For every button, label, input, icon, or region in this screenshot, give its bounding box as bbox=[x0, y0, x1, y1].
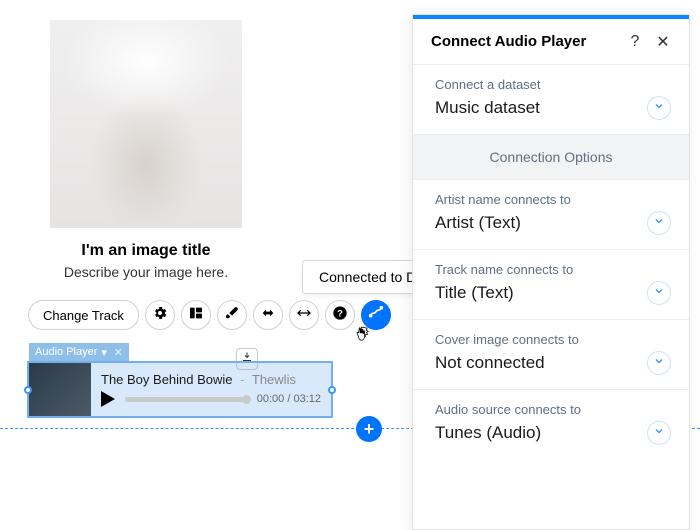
element-collapse-icon: ▾ bbox=[101, 346, 107, 359]
pointer-cursor bbox=[354, 326, 372, 344]
resize-button[interactable] bbox=[289, 300, 319, 330]
element-deselect-button[interactable]: ✕ bbox=[114, 346, 123, 359]
track-field-select[interactable]: Title (Text) bbox=[435, 283, 667, 303]
audio-field-select[interactable]: Tunes (Audio) bbox=[435, 423, 667, 443]
section-label: Artist name connects to bbox=[435, 192, 667, 207]
image-card: I'm an image title Describe your image h… bbox=[28, 20, 264, 280]
panel-help-button[interactable]: ? bbox=[627, 34, 643, 50]
stretch-icon bbox=[260, 305, 276, 326]
section-label: Track name connects to bbox=[435, 262, 667, 277]
stretch-button[interactable] bbox=[253, 300, 283, 330]
close-icon: ✕ bbox=[656, 32, 669, 52]
section-label: Audio source connects to bbox=[435, 402, 667, 417]
connect-data-icon bbox=[368, 305, 384, 326]
resize-icon bbox=[296, 305, 312, 326]
track-cover-image bbox=[29, 363, 91, 416]
track-field-section: Track name connects to Title (Text) bbox=[413, 250, 689, 320]
section-label: Connect a dataset bbox=[435, 77, 667, 92]
artist-field-select[interactable]: Artist (Text) bbox=[435, 213, 667, 233]
play-button[interactable] bbox=[101, 391, 115, 407]
expand-button[interactable] bbox=[647, 96, 671, 120]
svg-text:?: ? bbox=[337, 308, 343, 318]
gear-icon bbox=[152, 305, 168, 326]
plus-icon: + bbox=[364, 419, 375, 440]
time-total: 03:12 bbox=[293, 393, 321, 405]
chevron-down-icon bbox=[653, 214, 665, 232]
chevron-down-icon bbox=[653, 99, 665, 117]
expand-button[interactable] bbox=[647, 281, 671, 305]
dataset-select[interactable]: Music dataset bbox=[435, 98, 667, 118]
artist-field-section: Artist name connects to Artist (Text) bbox=[413, 180, 689, 250]
panel-title: Connect Audio Player bbox=[431, 33, 615, 50]
cover-field-section: Cover image connects to Not connected bbox=[413, 320, 689, 390]
add-section-button[interactable]: + bbox=[356, 416, 382, 442]
cover-field-select[interactable]: Not connected bbox=[435, 353, 667, 373]
dataset-section: Connect a dataset Music dataset bbox=[413, 65, 689, 135]
help-icon: ? bbox=[332, 305, 348, 326]
help-button[interactable]: ? bbox=[325, 300, 355, 330]
element-label-bar[interactable]: Audio Player ▾ ✕ bbox=[29, 343, 129, 361]
layout-button[interactable] bbox=[181, 300, 211, 330]
separator: - bbox=[240, 372, 244, 387]
track-title: The Boy Behind Bowie bbox=[101, 372, 233, 387]
image-thumbnail[interactable] bbox=[50, 20, 242, 228]
resize-handle-right[interactable] bbox=[328, 386, 336, 394]
image-title: I'm an image title bbox=[28, 242, 264, 260]
change-track-button[interactable]: Change Track bbox=[28, 300, 139, 330]
progress-bar[interactable] bbox=[125, 397, 247, 402]
brush-icon bbox=[224, 305, 240, 326]
time-current: 00:00 bbox=[257, 393, 285, 405]
audio-field-section: Audio source connects to Tunes (Audio) bbox=[413, 390, 689, 459]
audio-player[interactable]: The Boy Behind Bowie - Thewlis 00:00 / 0… bbox=[27, 361, 333, 418]
panel-close-button[interactable]: ✕ bbox=[655, 34, 671, 50]
settings-button[interactable] bbox=[145, 300, 175, 330]
connection-options-band: Connection Options bbox=[413, 135, 689, 180]
section-label: Cover image connects to bbox=[435, 332, 667, 347]
element-toolbar: Change Track ? bbox=[28, 300, 391, 330]
image-description: Describe your image here. bbox=[28, 264, 264, 280]
resize-handle-left[interactable] bbox=[24, 386, 32, 394]
track-info: The Boy Behind Bowie - Thewlis bbox=[101, 372, 321, 387]
expand-button[interactable] bbox=[647, 351, 671, 375]
design-button[interactable] bbox=[217, 300, 247, 330]
chevron-down-icon bbox=[653, 424, 665, 442]
chevron-down-icon bbox=[653, 354, 665, 372]
expand-button[interactable] bbox=[647, 211, 671, 235]
chevron-down-icon bbox=[653, 284, 665, 302]
connect-panel: Connect Audio Player ? ✕ Connect a datas… bbox=[412, 14, 690, 530]
element-label: Audio Player bbox=[35, 346, 97, 358]
expand-button[interactable] bbox=[647, 421, 671, 445]
time-display: 00:00 / 03:12 bbox=[257, 393, 321, 405]
help-icon: ? bbox=[631, 33, 640, 51]
track-artist: Thewlis bbox=[252, 372, 296, 387]
layout-icon bbox=[188, 305, 204, 326]
